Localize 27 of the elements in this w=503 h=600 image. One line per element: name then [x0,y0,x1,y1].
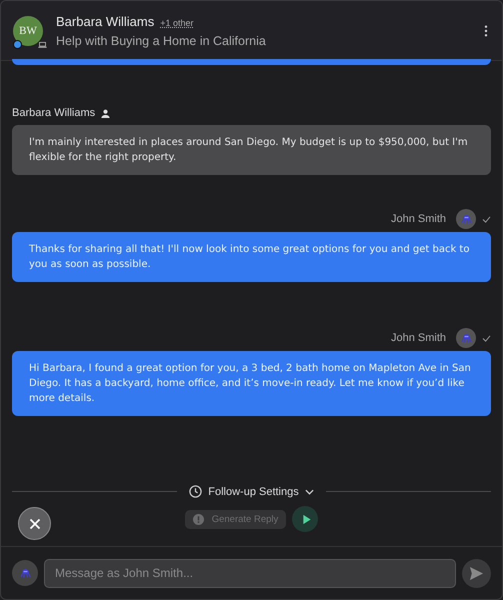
play-button[interactable] [292,506,318,532]
alert-icon [192,514,204,524]
play-icon [302,514,312,524]
send-button[interactable] [462,558,491,588]
sender-name: John Smith [390,332,446,344]
others-link[interactable]: +1 other [160,18,194,28]
message-bubble: Hi Barbara, I found a great option for you, a 3 bed, 2 bath home on Mapleton Ave in San Diego. It has a backyard, home office, and it’s move-in ready. Let me know if you’d like more details. [12,351,491,416]
message-bubble: I'm mainly interested in places around San Diego. My budget is up to $950,000, but I'm flexible for the right property. [12,125,491,175]
close-icon [28,518,40,530]
chevron-icon [304,488,314,494]
message-bubble: Thanks for sharing all that! I'll now look into some great options for you and get back to you as soon as possible. [12,232,491,282]
laptop-icon [38,40,47,48]
contact-name: Barbara Williams [56,14,154,28]
message-input-field[interactable]: Message as John Smith... [44,558,456,588]
robot-avatar-icon [12,560,38,586]
clock-icon [189,485,202,498]
robot-avatar-icon [456,209,476,229]
follow-up-settings-button[interactable]: Follow-up Settings [185,485,318,498]
close-button[interactable] [18,507,51,540]
sender-name: John Smith [390,213,446,225]
robot-avatar-icon [456,328,476,348]
sender-name: Barbara Williams [12,107,96,119]
person-icon [101,108,110,118]
conversation-subject: Help with Buying a Home in California [56,34,267,48]
more-menu-icon[interactable] [482,22,490,38]
send-icon [469,566,484,580]
avatar: BW [13,16,43,46]
